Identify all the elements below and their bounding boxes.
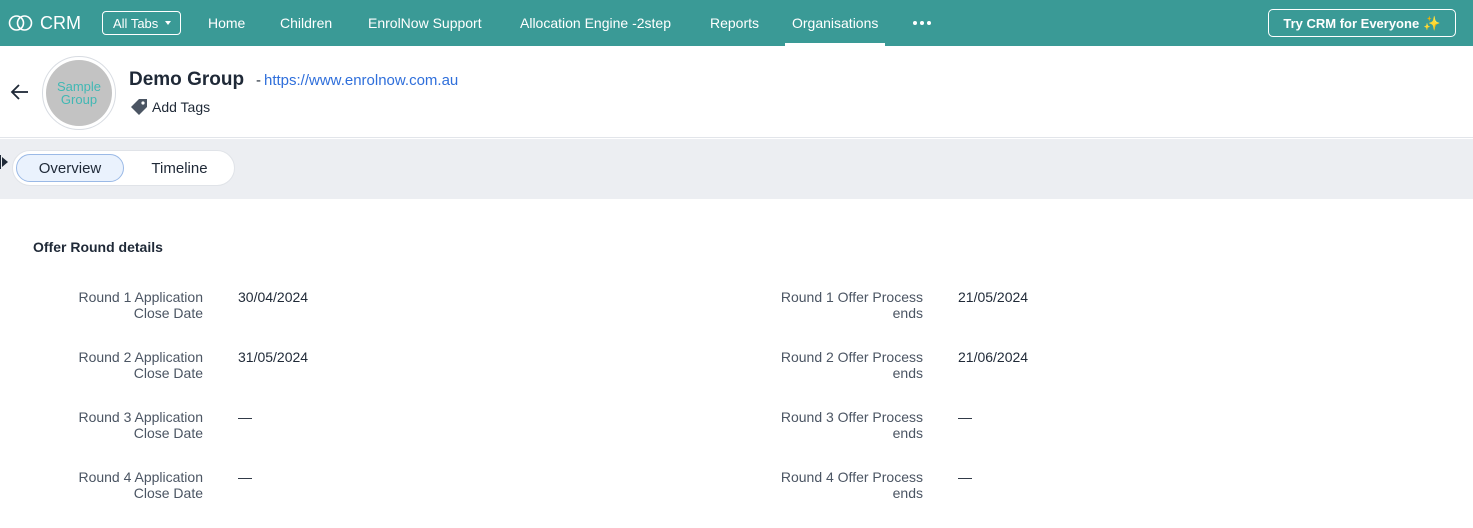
nav-tab-children[interactable]: Children: [280, 0, 332, 46]
tab-timeline-label: Timeline: [151, 159, 208, 177]
field-label-round3-close: Round 3 Application Close Date: [0, 409, 203, 441]
field-value-round1-offer[interactable]: 21/05/2024: [958, 289, 1028, 305]
field-label-round1-close: Round 1 Application Close Date: [0, 289, 203, 321]
subtab-switcher: Overview Timeline: [12, 150, 235, 186]
label-line: Round 4 Offer Process: [780, 469, 923, 485]
title-separator: -: [256, 72, 261, 89]
try-crm-label: Try CRM for Everyone: [1283, 15, 1420, 31]
field-value-round4-close[interactable]: —: [238, 469, 252, 485]
label-line: Close Date: [133, 425, 203, 441]
field-value-round2-offer[interactable]: 21/06/2024: [958, 349, 1028, 365]
label-line: Round 2 Application: [78, 349, 203, 365]
record-header: Sample Group Demo Group - https://www.en…: [0, 46, 1473, 138]
field-value-round1-close[interactable]: 30/04/2024: [238, 289, 308, 305]
add-tags-button[interactable]: Add Tags: [130, 98, 210, 116]
logo-text-line2: Group: [60, 92, 98, 107]
tab-overview[interactable]: Overview: [16, 154, 124, 182]
chevron-down-icon: [165, 21, 172, 25]
label-line: ends: [892, 305, 923, 321]
website-link[interactable]: https://www.enrolnow.com.au: [264, 72, 458, 89]
label-line: Round 1 Offer Process: [780, 289, 923, 305]
add-tags-label: Add Tags: [152, 99, 211, 115]
field-value-round4-offer[interactable]: —: [958, 469, 972, 485]
record-title: Demo Group: [129, 69, 245, 90]
label-line: Round 3 Application: [78, 409, 203, 425]
field-label-round1-offer: Round 1 Offer Process ends: [713, 289, 923, 321]
more-tabs-icon[interactable]: [913, 0, 931, 46]
section-title: Offer Round details: [33, 239, 163, 255]
brand-name: CRM: [40, 12, 81, 33]
label-line: Close Date: [133, 485, 203, 501]
nav-tab-label: Children: [280, 15, 333, 31]
label-line: Close Date: [133, 365, 203, 381]
back-arrow-icon[interactable]: [10, 83, 30, 101]
tab-timeline[interactable]: Timeline: [128, 154, 231, 182]
field-label-round2-close: Round 2 Application Close Date: [0, 349, 203, 381]
nav-tab-allocation-engine[interactable]: Allocation Engine -2step: [520, 0, 671, 46]
nav-tab-home[interactable]: Home: [208, 0, 245, 46]
subtab-strip: Overview Timeline: [0, 139, 1473, 199]
organisation-logo: Sample Group: [46, 60, 112, 126]
label-line: Close Date: [133, 305, 203, 321]
nav-tab-label: Allocation Engine -2step: [520, 15, 671, 31]
crm-logo-icon: [8, 15, 33, 31]
field-value-round3-close[interactable]: —: [238, 409, 252, 425]
organisation-avatar[interactable]: Sample Group: [42, 56, 116, 130]
field-value-round2-close[interactable]: 31/05/2024: [238, 349, 308, 365]
collapse-handle[interactable]: [0, 155, 1, 169]
sparkle-icon: ✨: [1423, 14, 1441, 31]
label-line: Round 4 Application: [78, 469, 203, 485]
nav-tab-organisations[interactable]: Organisations: [785, 0, 886, 46]
all-tabs-label: All Tabs: [113, 15, 159, 31]
field-label-round2-offer: Round 2 Offer Process ends: [713, 349, 923, 381]
nav-tab-reports[interactable]: Reports: [710, 0, 759, 46]
label-line: ends: [892, 485, 923, 501]
top-navigation-bar: CRM All Tabs Home Children EnrolNow Supp…: [0, 0, 1473, 46]
details-panel: Offer Round details Round 1 Application …: [14, 199, 1473, 528]
label-line: Round 3 Offer Process: [780, 409, 923, 425]
field-label-round3-offer: Round 3 Offer Process ends: [713, 409, 923, 441]
all-tabs-dropdown[interactable]: All Tabs: [102, 11, 182, 35]
field-value-round3-offer[interactable]: —: [958, 409, 972, 425]
label-line: ends: [892, 365, 923, 381]
nav-tab-label: Reports: [710, 15, 760, 31]
label-line: ends: [892, 425, 923, 441]
field-label-round4-offer: Round 4 Offer Process ends: [713, 469, 923, 501]
nav-tab-enrolnow-support[interactable]: EnrolNow Support: [368, 0, 482, 46]
field-label-round4-close: Round 4 Application Close Date: [0, 469, 203, 501]
label-line: Round 1 Application: [78, 289, 203, 305]
brand[interactable]: CRM: [8, 0, 81, 46]
expand-caret-icon[interactable]: [2, 157, 8, 167]
label-line: Round 2 Offer Process: [780, 349, 923, 365]
tag-icon: [131, 99, 147, 115]
tab-overview-label: Overview: [38, 159, 102, 177]
try-crm-button[interactable]: Try CRM for Everyone ✨: [1268, 9, 1456, 37]
nav-tab-label: Home: [208, 15, 246, 31]
nav-tab-label: Organisations: [792, 15, 879, 31]
nav-tab-label: EnrolNow Support: [368, 15, 482, 31]
